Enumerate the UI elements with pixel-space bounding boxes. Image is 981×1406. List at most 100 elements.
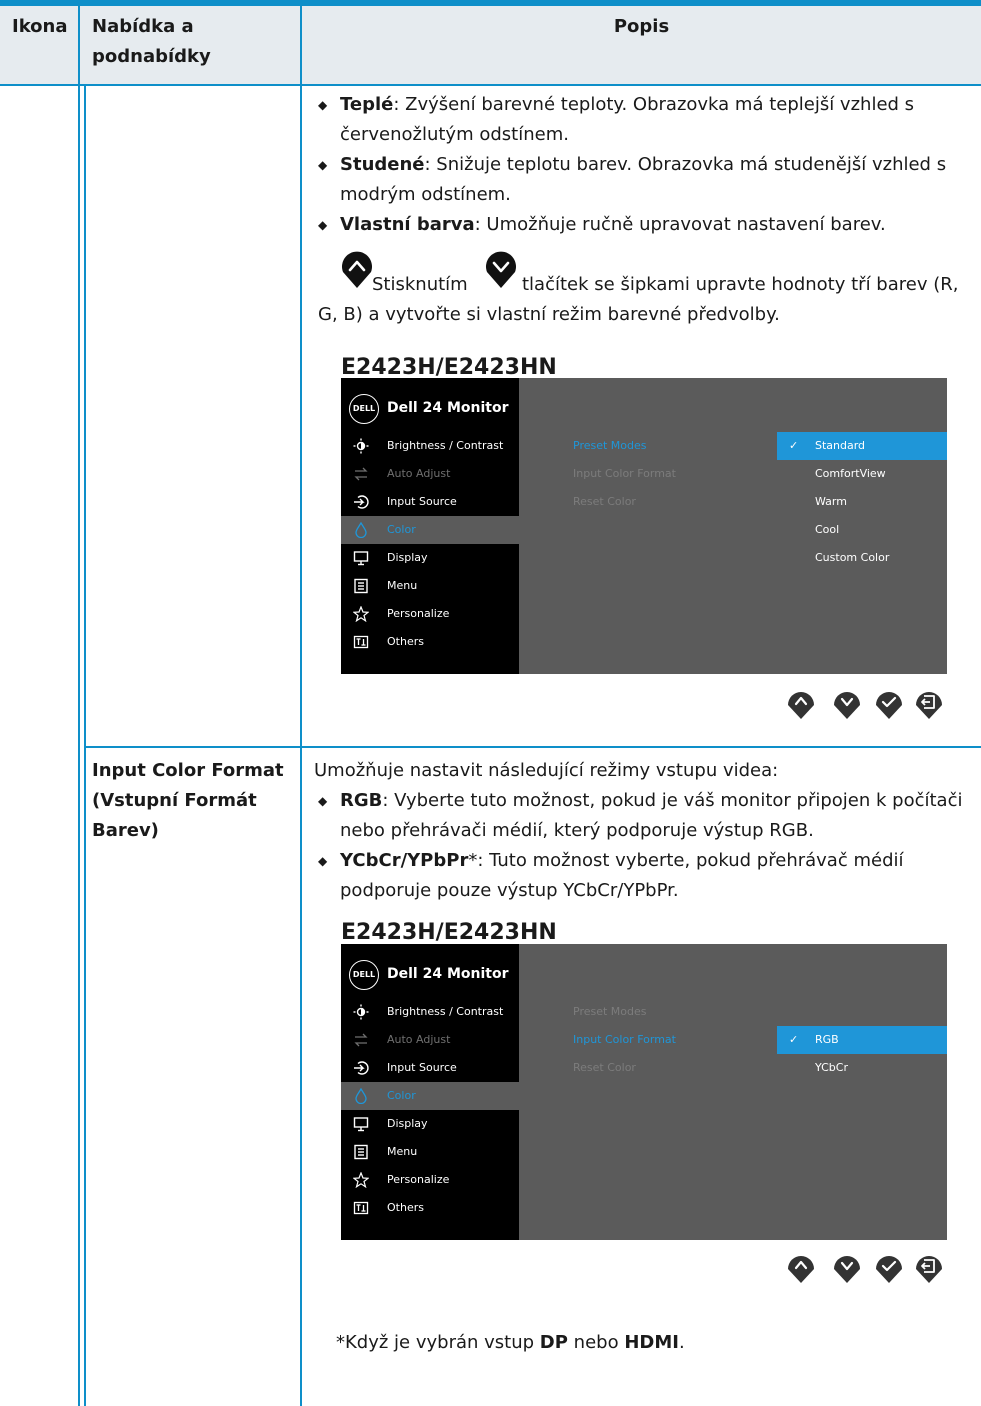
bullet-text-cont: modrým odstínem. <box>340 184 511 205</box>
osd-item-personalize[interactable]: Personalize <box>341 1166 519 1194</box>
osd-item-label: Color <box>387 523 416 536</box>
bullet-text-cont: podporuje pouze výstup YCbCr/YPbPr. <box>340 880 679 901</box>
osd-option-rgb[interactable]: ✓ RGB <box>777 1026 947 1054</box>
instruction-text: Stisknutím <box>372 274 468 295</box>
others-icon <box>353 635 369 649</box>
osd-item-label: Input Source <box>387 495 457 508</box>
confirm-button-icon[interactable] <box>874 686 904 720</box>
osd-item-input-source[interactable]: Input Source <box>341 488 519 516</box>
brightness-icon <box>353 1004 369 1020</box>
footnote-text: nebo <box>567 1332 625 1353</box>
osd-item-label: Display <box>387 551 428 564</box>
bullet-text: : Vyberte tuto možnost, pokud je váš mon… <box>382 790 963 811</box>
input-source-icon <box>354 1061 369 1075</box>
column-divider <box>84 84 86 1406</box>
osd-item-menu[interactable]: Menu <box>341 572 519 600</box>
osd-sub-input-color-format[interactable]: Input Color Format <box>573 1026 773 1054</box>
osd-option-label: Warm <box>815 495 847 508</box>
up-button-icon[interactable] <box>786 1250 816 1284</box>
osd-item-input-source[interactable]: Input Source <box>341 1054 519 1082</box>
footnote: *Když je vybrán vstup DP nebo HDMI. <box>336 1328 685 1358</box>
bullet-dot: ◆ <box>318 98 328 112</box>
color-drop-icon <box>355 522 367 538</box>
osd-item-menu[interactable]: Menu <box>341 1138 519 1166</box>
bullet-text: : Snižuje teplotu barev. Obrazovka má st… <box>424 154 947 175</box>
color-drop-icon <box>355 1088 367 1104</box>
osd-sub-preset-modes[interactable]: Preset Modes <box>573 432 773 460</box>
input-source-icon <box>354 495 369 509</box>
osd-item-label: Menu <box>387 1145 418 1158</box>
osd-item-others[interactable]: Others <box>341 628 519 656</box>
bullet-text-cont: nebo přehrávači médií, který podporuje v… <box>340 820 814 841</box>
osd-item-display[interactable]: Display <box>341 1110 519 1138</box>
column-divider <box>78 0 80 1406</box>
osd-title: Dell 24 Monitor <box>387 400 509 416</box>
osd-item-color[interactable]: Color <box>341 1082 519 1110</box>
osd-option-label: Custom Color <box>815 551 890 564</box>
bullet-rgb: ◆ RGB: Vyberte tuto možnost, pokud je vá… <box>318 786 968 816</box>
osd-item-label: Personalize <box>387 607 450 620</box>
osd-sub-reset-color[interactable]: Reset Color <box>573 488 773 516</box>
row-divider <box>86 746 981 748</box>
osd-item-personalize[interactable]: Personalize <box>341 600 519 628</box>
osd-option-standard[interactable]: ✓ Standard <box>777 432 947 460</box>
osd-item-label: Brightness / Contrast <box>387 1005 504 1018</box>
osd-item-brightness[interactable]: Brightness / Contrast <box>341 432 519 460</box>
osd-item-label: Display <box>387 1117 428 1130</box>
down-button-icon[interactable] <box>832 1250 862 1284</box>
osd-item-brightness[interactable]: Brightness / Contrast <box>341 998 519 1026</box>
osd-option-label: ComfortView <box>815 467 886 480</box>
row-divider <box>0 84 981 86</box>
osd-item-label: Brightness / Contrast <box>387 439 504 452</box>
bullet-dot: ◆ <box>318 854 328 868</box>
osd-sub-preset-modes[interactable]: Preset Modes <box>573 998 773 1026</box>
osd-item-others[interactable]: Others <box>341 1194 519 1222</box>
bullet-ycbcr: ◆ YCbCr/YPbPr*: Tuto možnost vyberte, po… <box>318 846 968 876</box>
bullet-term: RGB <box>340 790 383 811</box>
up-arrow-button-icon <box>342 251 372 288</box>
osd-menu: DELL Dell 24 Monitor Brightness / Contra… <box>341 944 947 1240</box>
bullet-text: : Tuto možnost vyberte, pokud přehrávač … <box>477 850 904 871</box>
back-button-icon[interactable] <box>914 686 944 720</box>
menu-icon <box>354 578 368 594</box>
display-icon <box>353 1117 369 1132</box>
check-icon: ✓ <box>789 439 799 452</box>
osd-option-label: YCbCr <box>815 1061 848 1074</box>
osd-option-warm[interactable]: Warm <box>777 488 947 516</box>
bullet-term: Vlastní barva <box>340 214 475 235</box>
osd-option-ycbcr[interactable]: YCbCr <box>777 1054 947 1082</box>
osd-item-auto-adjust[interactable]: Auto Adjust <box>341 460 519 488</box>
menu-input-color-format: Input Color Format <box>92 760 284 781</box>
osd-item-display[interactable]: Display <box>341 544 519 572</box>
bullet-text: : Umožňuje ručně upravovat nastavení bar… <box>474 214 886 235</box>
instruction-text-cont: G, B) a vytvořte si vlastní režim barevn… <box>318 304 780 325</box>
confirm-button-icon[interactable] <box>874 1250 904 1284</box>
osd-title: Dell 24 Monitor <box>387 966 509 982</box>
osd-item-auto-adjust[interactable]: Auto Adjust <box>341 1026 519 1054</box>
header-menu-line1: Nabídka a <box>92 16 194 37</box>
header-description: Popis <box>613 16 670 37</box>
others-icon <box>353 1201 369 1215</box>
down-button-icon[interactable] <box>832 686 862 720</box>
bullet-term: YCbCr/YPbPr <box>340 850 469 871</box>
osd-option-comfortview[interactable]: ComfortView <box>777 460 947 488</box>
header-menu-line2: podnabídky <box>92 46 211 67</box>
back-button-icon[interactable] <box>914 1250 944 1284</box>
bullet-text: : Zvýšení barevné teploty. Obrazovka má … <box>393 94 915 115</box>
osd-item-color[interactable]: Color <box>341 516 519 544</box>
auto-adjust-icon <box>354 467 368 481</box>
osd-item-label: Color <box>387 1089 416 1102</box>
osd-item-label: Auto Adjust <box>387 1033 451 1046</box>
osd-option-cool[interactable]: Cool <box>777 516 947 544</box>
osd-option-custom-color[interactable]: Custom Color <box>777 544 947 572</box>
menu-input-color-format-cz: (Vstupní Formát <box>92 790 257 811</box>
osd-option-label: RGB <box>815 1033 839 1046</box>
bullet-warm: ◆ Teplé: Zvýšení barevné teploty. Obrazo… <box>318 90 968 120</box>
osd-menu: DELL Dell 24 Monitor Brightness / Contra… <box>341 378 947 674</box>
osd-sub-input-color-format[interactable]: Input Color Format <box>573 460 773 488</box>
osd-item-label: Others <box>387 635 424 648</box>
up-button-icon[interactable] <box>786 686 816 720</box>
check-icon: ✓ <box>789 1033 799 1046</box>
asterisk-mark: * <box>336 1332 345 1353</box>
osd-sub-reset-color[interactable]: Reset Color <box>573 1054 773 1082</box>
